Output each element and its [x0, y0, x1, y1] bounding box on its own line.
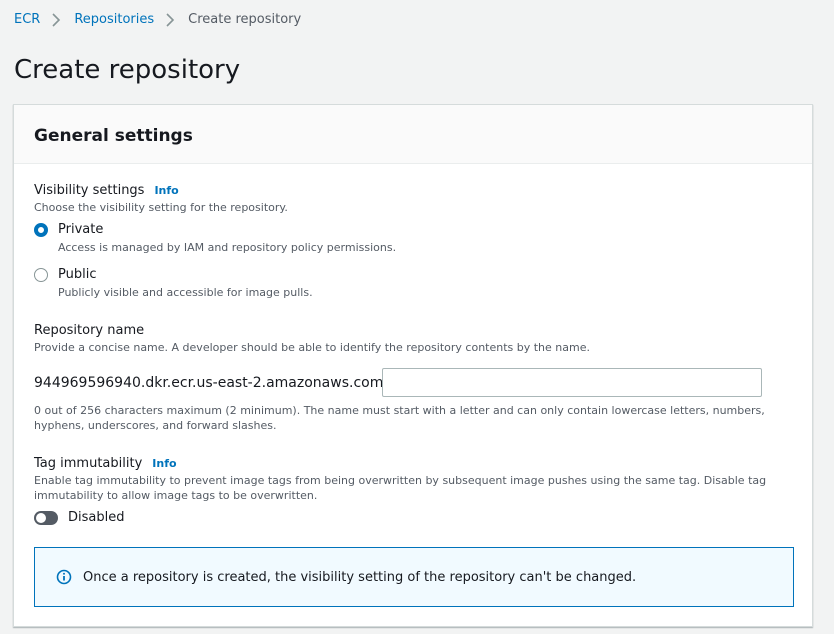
- breadcrumb-ecr[interactable]: ECR: [14, 11, 40, 29]
- radio-private[interactable]: Private Access is managed by IAM and rep…: [34, 222, 396, 255]
- breadcrumb-repositories[interactable]: Repositories: [74, 11, 154, 29]
- chevron-right-icon: [47, 11, 65, 29]
- info-circle-icon: [56, 569, 72, 585]
- tag-immutability-label: Tag immutability Info: [34, 456, 177, 472]
- page: ECR Repositories Create repository Creat…: [0, 0, 834, 634]
- public-radio-button[interactable]: [34, 268, 48, 282]
- alert-text: Once a repository is created, the visibi…: [83, 569, 637, 585]
- public-description: Publicly visible and accessible for imag…: [58, 286, 313, 299]
- repository-uri-prefix: 944969596940.dkr.ecr.us-east-2.amazonaws…: [34, 375, 389, 391]
- private-label: Private: [58, 222, 104, 237]
- visibility-description: Choose the visibility setting for the re…: [34, 201, 288, 214]
- private-description: Access is managed by IAM and repository …: [58, 241, 397, 254]
- repository-name-input[interactable]: [382, 368, 762, 397]
- tag-immutability-toggle[interactable]: [34, 510, 58, 525]
- page-title: Create repository: [14, 55, 241, 85]
- radio-private-text: Private Access is managed by IAM and rep…: [58, 222, 396, 255]
- tag-immutability-description-line1: Enable tag immutability to prevent image…: [34, 474, 767, 487]
- chevron-right-icon: [161, 11, 179, 29]
- visibility-settings-text: Visibility settings: [34, 183, 145, 198]
- private-radio-button[interactable]: [34, 223, 48, 237]
- tag-immutability-toggle-row: Disabled: [34, 510, 124, 525]
- radio-public-text: Public Publicly visible and accessible f…: [58, 267, 313, 300]
- repository-name-constraint-line1: 0 out of 256 characters maximum (2 minim…: [34, 404, 765, 417]
- radio-public[interactable]: Public Publicly visible and accessible f…: [34, 267, 313, 300]
- tag-immutability-text: Tag immutability: [34, 456, 143, 471]
- panel-header: General settings: [14, 105, 812, 164]
- repository-name-constraint-line2: hyphens, underscores, and forward slashe…: [34, 419, 277, 432]
- repository-name-label: Repository name: [34, 323, 145, 338]
- visibility-settings-label: Visibility settings Info: [34, 183, 179, 199]
- general-settings-panel: General settings Visibility settings Inf…: [13, 104, 813, 627]
- visibility-info-alert: Once a repository is created, the visibi…: [34, 547, 794, 607]
- repository-name-description: Provide a concise name. A developer shou…: [34, 341, 590, 354]
- toggle-knob: [36, 512, 46, 523]
- tag-immutability-toggle-label: Disabled: [68, 510, 125, 525]
- tag-immutability-info-link[interactable]: Info: [152, 456, 176, 472]
- visibility-info-link[interactable]: Info: [154, 183, 178, 199]
- public-label: Public: [58, 267, 97, 282]
- breadcrumb: ECR Repositories Create repository: [14, 11, 301, 29]
- panel-title: General settings: [34, 126, 193, 146]
- breadcrumb-current: Create repository: [188, 12, 302, 27]
- tag-immutability-description-line2: immutability to allow image tags to be o…: [34, 489, 318, 502]
